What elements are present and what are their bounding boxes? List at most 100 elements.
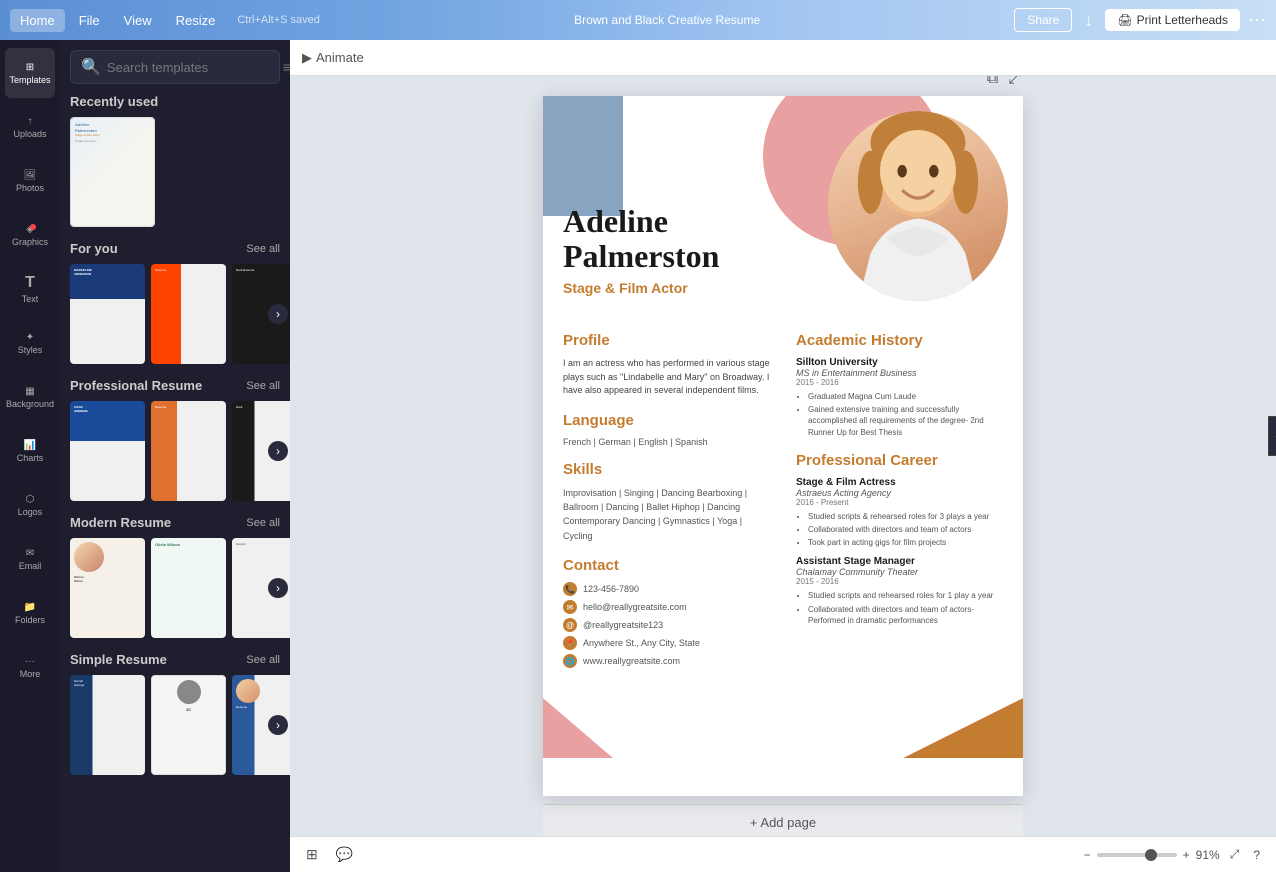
template-prof-1[interactable]: CHADGIBBENS [70, 401, 145, 501]
website-icon: 🌐 [563, 654, 577, 668]
more-options-button[interactable]: ⋯ [1248, 10, 1266, 31]
contact-phone: 📞 123-456-7890 [563, 582, 770, 596]
print-button[interactable]: 🖨 Print Letterheads [1105, 9, 1240, 31]
resume-header: Adeline Palmerston Stage & Film Actor [543, 96, 1023, 316]
sidebar-item-uploads[interactable]: ↑ Uploads [5, 102, 55, 152]
simple-resume-header: Simple Resume See all [70, 652, 280, 667]
footer-pink-shape [543, 698, 613, 758]
zoom-slider-thumb [1145, 849, 1157, 861]
for-you-see-all[interactable]: See all [246, 243, 280, 255]
professional-resume-see-all[interactable]: See all [246, 380, 280, 392]
expand-canvas-button[interactable]: ⤢ [1006, 76, 1023, 90]
sidebar-item-templates[interactable]: ⊞ Templates [5, 48, 55, 98]
styles-icon: ✦ [26, 332, 34, 343]
profile-photo [828, 111, 1008, 301]
resume-name-area: Adeline Palmerston Stage & Film Actor [563, 204, 719, 296]
text-icon: T [25, 274, 35, 292]
contact-social: @ @reallygreatsite123 [563, 618, 770, 632]
professional-resume-grid: CHADGIBBENS Resume Dark › [70, 401, 280, 501]
professional-resume-next-arrow[interactable]: › [268, 441, 288, 461]
add-page-bar[interactable]: + Add page [543, 804, 1023, 836]
job2-bullet-2: Collaborated with directors and team of … [808, 604, 1003, 626]
academic-bullets: Graduated Magna Cum Laude Gained extensi… [796, 391, 1003, 438]
grid-view-button[interactable]: ⊞ [302, 842, 322, 867]
contact-heading: Contact [563, 557, 770, 574]
search-input[interactable] [107, 60, 283, 75]
modern-resume-header: Modern Resume See all [70, 515, 280, 530]
doc-save-status: Ctrl+Alt+S saved [237, 14, 320, 26]
modern-resume-next-arrow[interactable]: › [268, 578, 288, 598]
sidebar-item-text[interactable]: T Text [5, 264, 55, 314]
sidebar-item-email[interactable]: ✉ Email [5, 534, 55, 584]
print-label: Print Letterheads [1137, 13, 1228, 27]
share-button[interactable]: Share [1014, 8, 1072, 32]
modern-resume-title: Modern Resume [70, 515, 171, 530]
sidebar-item-more[interactable]: ··· More [5, 642, 55, 692]
template-mod-2[interactable]: Olivia Wilson [151, 538, 226, 638]
sidebar-item-charts[interactable]: 📊 Charts [5, 426, 55, 476]
photos-icon: 🖼 [24, 170, 37, 181]
contact-website: 🌐 www.reallygreatsite.com [563, 654, 770, 668]
template-mod-1[interactable]: MarinaWeber [70, 538, 145, 638]
sidebar-item-folders[interactable]: 📁 Folders [5, 588, 55, 638]
resume-name-line1: Adeline [563, 203, 668, 239]
simple-resume-next-arrow[interactable]: › [268, 715, 288, 735]
zoom-out-icon[interactable]: − [1084, 848, 1091, 862]
template-for-you-1[interactable]: MARCELINEANDERSON [70, 264, 145, 364]
canvas-viewport[interactable]: ⧉ ⤢ [290, 76, 1276, 836]
resume-left-column: Profile I am an actress who has performe… [543, 316, 786, 688]
template-sim-1[interactable]: DarrellSprings [70, 675, 145, 775]
help-button[interactable]: ? [1249, 844, 1264, 866]
duplicate-canvas-button[interactable]: ⧉ [985, 76, 1000, 90]
template-panel: 🔍 ≡ Recently used AdelinePalmerston Stag… [60, 40, 290, 872]
profile-heading: Profile [563, 332, 770, 349]
animate-icon: ▶ [302, 50, 312, 66]
professional-career-heading: Professional Career [796, 452, 1003, 469]
sidebar-item-logos[interactable]: ⬡ Logos [5, 480, 55, 530]
modern-resume-see-all[interactable]: See all [246, 517, 280, 529]
recently-used-title: Recently used [70, 94, 158, 109]
topbar-left: Home File View Resize Ctrl+Alt+S saved [10, 9, 320, 32]
job2-dates: 2015 - 2016 [796, 577, 1003, 586]
for-you-next-arrow[interactable]: › [268, 304, 288, 324]
university-degree: MS in Entertainment Business [796, 368, 1003, 378]
template-sim-2[interactable]: JC [151, 675, 226, 775]
canvas-wrapper: ⧉ ⤢ [543, 96, 1023, 836]
print-icon: 🖨 [1117, 13, 1132, 27]
logos-icon: ⬡ [26, 494, 35, 505]
template-for-you-2[interactable]: Resume [151, 264, 226, 364]
nav-resize[interactable]: Resize [166, 9, 226, 32]
sidebar-item-photos[interactable]: 🖼 Photos [5, 156, 55, 206]
download-button[interactable]: ↓ [1080, 6, 1097, 35]
template-thumb-recent[interactable]: AdelinePalmerston Stage & Film Actor Pro… [70, 117, 155, 227]
modern-resume-grid: MarinaWeber Olivia Wilson Modern › [70, 538, 280, 638]
template-prof-2[interactable]: Resume [151, 401, 226, 501]
language-heading: Language [563, 412, 770, 429]
simple-resume-see-all[interactable]: See all [246, 654, 280, 666]
job1-bullet-1: Studied scripts & rehearsed roles for 3 … [808, 511, 1003, 522]
professional-resume-header: Professional Resume See all [70, 378, 280, 393]
nav-view[interactable]: View [114, 9, 162, 32]
sidebar-item-graphics[interactable]: ◈ Graphics [5, 210, 55, 260]
notes-button[interactable]: 💬 [332, 842, 357, 867]
skills-heading: Skills [563, 461, 770, 478]
zoom-in-icon[interactable]: + [1183, 848, 1190, 862]
graphics-icon: ◈ [26, 224, 34, 235]
filter-icon[interactable]: ≡ [283, 59, 290, 75]
blue-rect-shape [543, 96, 623, 216]
bottom-bar: ⊞ 💬 − + 91% ⤢ ? [290, 836, 1276, 872]
email-contact-icon: ✉ [563, 600, 577, 614]
location-icon: 📍 [563, 636, 577, 650]
sidebar-item-background[interactable]: ▦ Background [5, 372, 55, 422]
sidebar-item-styles[interactable]: ✦ Styles [5, 318, 55, 368]
nav-file[interactable]: File [69, 9, 110, 32]
main-layout: ⊞ Templates ↑ Uploads 🖼 Photos ◈ Graphic… [0, 40, 1276, 872]
language-text: French | German | English | Spanish [563, 437, 770, 447]
resume-name-line2: Palmerston [563, 238, 719, 274]
animate-button[interactable]: ▶ Animate [302, 50, 364, 66]
fit-screen-button[interactable]: ⤢ [1226, 843, 1244, 866]
search-icon: 🔍 [81, 57, 101, 77]
nav-home[interactable]: Home [10, 9, 65, 32]
zoom-slider[interactable] [1097, 853, 1177, 857]
resume-document[interactable]: Adeline Palmerston Stage & Film Actor Pr… [543, 96, 1023, 796]
